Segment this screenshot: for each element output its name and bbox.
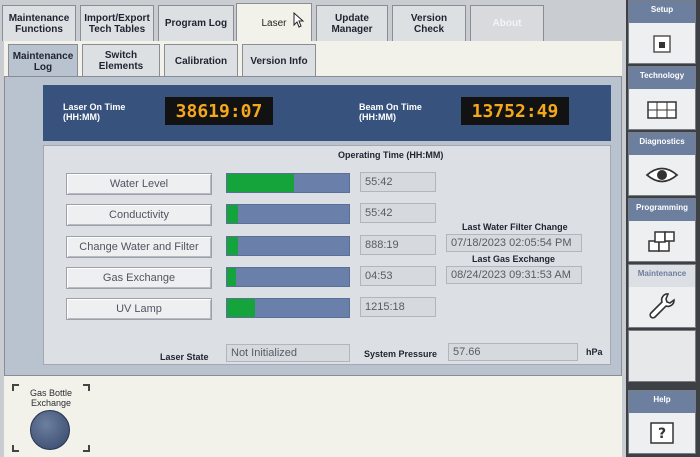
blocks-icon [629, 227, 695, 257]
nav-maintenance[interactable]: Maintenance [628, 264, 696, 328]
nav-programming-label: Programming [635, 203, 688, 212]
sub-tab-bar: Maintenance Log Switch Elements Calibrat… [4, 41, 622, 79]
grid-icon [629, 97, 695, 123]
top-tab-bar: Maintenance Functions Import/Export Tech… [2, 3, 622, 43]
maintenance-log-panel: Laser On Time (HH:MM) 38619:07 Beam On T… [4, 76, 622, 376]
nav-diagnostics-label: Diagnostics [639, 137, 685, 146]
gas-exchange-time: 04:53 [360, 266, 436, 286]
laser-state-value: Not Initialized [226, 344, 350, 362]
on-time-bar: Laser On Time (HH:MM) 38619:07 Beam On T… [43, 85, 611, 141]
nav-setup[interactable]: Setup [628, 0, 696, 64]
svg-text:?: ? [658, 426, 666, 442]
last-gas-exchange-label: Last Gas Exchange [472, 254, 556, 264]
system-pressure-value: 57.66 [448, 343, 578, 361]
subtab-version-info[interactable]: Version Info [242, 44, 316, 77]
laser-on-time-display: 38619:07 [165, 97, 273, 125]
subtab-maintenance-log[interactable]: Maintenance Log [8, 44, 78, 79]
operating-time-panel: Operating Time (HH:MM) Water Level 55:42… [43, 145, 611, 365]
corner-mark [12, 445, 19, 452]
eye-icon [629, 161, 695, 189]
subtab-switch-elements[interactable]: Switch Elements [82, 44, 160, 77]
bottom-area: Gas Bottle Exchange [4, 376, 622, 457]
last-water-filter-change-value: 07/18/2023 02:05:54 PM [446, 234, 582, 252]
water-level-progress-fill [227, 174, 295, 192]
uv-lamp-button[interactable]: UV Lamp [66, 298, 212, 320]
conductivity-progress [226, 204, 350, 224]
gas-exchange-progress-fill [227, 268, 236, 286]
nav-maintenance-label: Maintenance [637, 269, 687, 278]
water-level-time: 55:42 [360, 172, 436, 192]
nav-technology[interactable]: Technology [628, 66, 696, 130]
conductivity-progress-fill [227, 205, 238, 223]
conductivity-time: 55:42 [360, 203, 436, 223]
system-pressure-unit: hPa [586, 347, 603, 357]
uv-lamp-progress [226, 298, 350, 318]
screen: Maintenance Functions Import/Export Tech… [0, 0, 700, 457]
tab-about[interactable]: About [470, 5, 544, 41]
beam-on-time-display: 13752:49 [461, 97, 569, 125]
last-gas-exchange-value: 08/24/2023 09:31:53 AM [446, 266, 582, 284]
system-pressure-label: System Pressure [364, 349, 438, 359]
change-water-filter-time: 888:19 [360, 235, 436, 255]
nav-technology-label: Technology [639, 71, 685, 80]
square-icon [629, 31, 695, 57]
tab-version-check[interactable]: Version Check [392, 5, 466, 41]
uv-lamp-time: 1215:18 [360, 297, 436, 317]
wrench-icon [629, 289, 695, 323]
gas-exchange-button[interactable]: Gas Exchange [66, 267, 212, 289]
uv-lamp-progress-fill [227, 299, 256, 317]
beam-on-time-label: Beam On Time (HH:MM) [359, 102, 422, 122]
tab-import-export-tech-tables[interactable]: Import/Export Tech Tables [80, 5, 154, 41]
corner-mark [83, 445, 90, 452]
gas-exchange-progress [226, 267, 350, 287]
change-water-filter-progress-fill [227, 237, 238, 255]
change-water-filter-progress [226, 236, 350, 256]
nav-help-label: Help [653, 395, 671, 404]
laser-on-time-label: Laser On Time (HH:MM) [63, 102, 126, 122]
tab-laser[interactable]: Laser [236, 3, 312, 43]
laser-state-label: Laser State [160, 352, 209, 362]
subtab-calibration[interactable]: Calibration [164, 44, 238, 77]
question-icon: ? [629, 419, 695, 447]
mouse-cursor-icon [293, 12, 305, 28]
side-navigation: Setup Technology Diagnostics Programming [626, 0, 700, 457]
nav-programming[interactable]: Programming [628, 198, 696, 262]
tab-laser-label: Laser [261, 18, 287, 29]
nav-empty [628, 330, 696, 382]
nav-diagnostics[interactable]: Diagnostics [628, 132, 696, 196]
nav-setup-label: Setup [650, 5, 674, 14]
conductivity-button[interactable]: Conductivity [66, 204, 212, 226]
gas-bottle-exchange-button[interactable]: Gas Bottle Exchange [12, 384, 90, 452]
last-water-filter-change-label: Last Water Filter Change [462, 222, 568, 232]
change-water-filter-button[interactable]: Change Water and Filter [66, 236, 212, 258]
nav-help[interactable]: Help ? [628, 390, 696, 454]
gas-bottle-exchange-label: Gas Bottle Exchange [29, 388, 73, 408]
tab-update-manager[interactable]: Update Manager [316, 5, 388, 41]
operating-time-header: Operating Time (HH:MM) [338, 150, 444, 160]
water-level-progress [226, 173, 350, 193]
tab-program-log[interactable]: Program Log [158, 5, 234, 41]
gas-bottle-icon [30, 410, 70, 450]
tab-maintenance-functions[interactable]: Maintenance Functions [2, 5, 76, 41]
water-level-button[interactable]: Water Level [66, 173, 212, 195]
